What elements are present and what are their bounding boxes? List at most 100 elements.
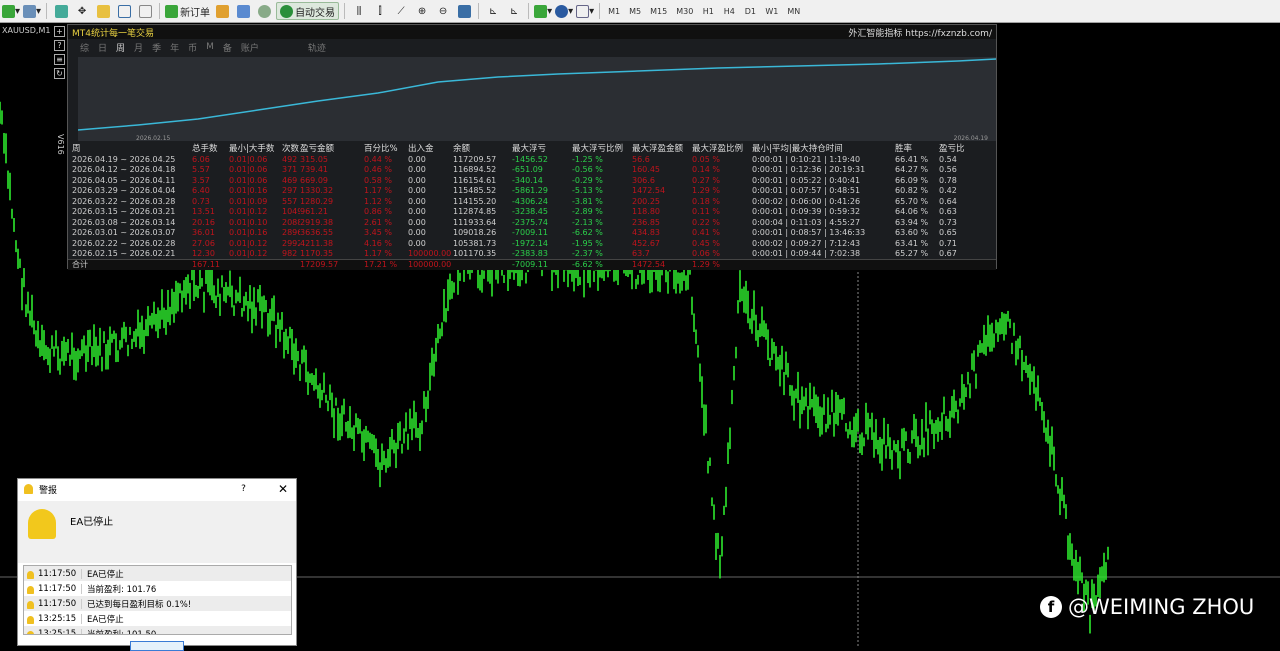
- cell-12: 0:00:01 | 0:08:57 | 13:46:33: [752, 228, 866, 238]
- tab-7[interactable]: M: [206, 42, 214, 52]
- cell-1: 12.30: [192, 249, 215, 259]
- alert-log-item[interactable]: 13:25:15 EA已停止: [24, 611, 291, 626]
- cell-8: -651.09: [512, 165, 543, 175]
- candlestick-button[interactable]: ⫿: [371, 2, 389, 20]
- cell-0: 合计: [72, 260, 88, 270]
- chart-shift-button[interactable]: ⊾: [505, 2, 523, 20]
- cell-11: 0.11 %: [692, 207, 720, 217]
- timeframe-h4[interactable]: H4: [720, 2, 738, 20]
- timeframe-mn[interactable]: MN: [784, 2, 803, 20]
- profiles-button[interactable]: ▾: [23, 2, 41, 20]
- close-button[interactable]: ✕: [278, 482, 288, 496]
- move-icon[interactable]: +: [54, 26, 65, 37]
- tab-9[interactable]: 账户: [241, 41, 259, 54]
- cell-4: 315.05: [300, 154, 328, 164]
- new-chart-button[interactable]: ▾: [2, 2, 20, 20]
- cell-0: 2026.04.19 ~ 2026.04.25: [72, 154, 176, 164]
- auto-trading-button[interactable]: 自动交易: [276, 2, 340, 20]
- cell-11: 1.29 %: [692, 186, 720, 196]
- cell-7: 101170.35: [453, 249, 497, 259]
- timeframe-h1[interactable]: H1: [699, 2, 717, 20]
- alert-log-item[interactable]: 11:17:50 当前盈利: 101.76: [24, 581, 291, 596]
- tab-8[interactable]: 备: [223, 41, 232, 54]
- log-time: 11:17:50: [24, 568, 82, 579]
- cell-3: 2088: [282, 217, 300, 227]
- cell-0: 周: [72, 144, 81, 154]
- brand-link[interactable]: 外汇智能指标 https://fxznzb.com/: [848, 26, 992, 39]
- market-watch-button[interactable]: [52, 2, 70, 20]
- side-label: V616: [56, 134, 65, 155]
- equity-end-date: 2026.04.19: [953, 135, 988, 142]
- cell-7: 116894.52: [453, 165, 497, 175]
- zoom-out-icon[interactable]: ⊖: [434, 2, 452, 20]
- ok-button[interactable]: [130, 641, 184, 651]
- bar-chart-button[interactable]: ⫼: [350, 2, 368, 20]
- table-total-row: 合计 167.11 17209.57 17.21 % 100000.00 -7009.11…: [68, 259, 996, 270]
- templates-button[interactable]: ▾: [576, 2, 594, 20]
- cell-8: -340.14: [512, 175, 543, 185]
- table-header: 周 总手数 最小|大手数 次数 盈亏金额 百分比% 出入金 余额 最大浮亏 最大浮亏比例 最大浮盈金…: [68, 142, 996, 154]
- help-button[interactable]: ?: [241, 484, 246, 494]
- timeframe-m30[interactable]: M30: [673, 2, 696, 20]
- cell-6: 出入金: [408, 144, 434, 154]
- indicators-button[interactable]: ▾: [534, 2, 552, 20]
- tab-2[interactable]: 周: [116, 41, 125, 54]
- timeframe-d1[interactable]: D1: [741, 2, 759, 20]
- cell-0: 2026.04.12 ~ 2026.04.18: [72, 165, 176, 175]
- cell-12: 0:00:01 | 0:09:44 | 7:02:38: [752, 249, 861, 259]
- cell-6: 0.00: [408, 186, 426, 196]
- equity-start-date: 2026.02.15: [136, 135, 171, 142]
- panel-title-bar: MT4统计每一笔交易 外汇智能指标 https://fxznzb.com/: [68, 25, 996, 39]
- timeframe-m1[interactable]: M1: [605, 2, 623, 20]
- cell-5: 0.46 %: [364, 165, 392, 175]
- cell-0: 2026.02.22 ~ 2026.02.28: [72, 238, 176, 248]
- tab-5[interactable]: 年: [170, 41, 179, 54]
- tab-1[interactable]: 日: [98, 41, 107, 54]
- new-order-button[interactable]: 新订单: [165, 2, 210, 20]
- tab-6[interactable]: 币: [188, 41, 197, 54]
- list-icon[interactable]: ≡: [54, 54, 65, 65]
- community-button[interactable]: [234, 2, 252, 20]
- refresh-icon[interactable]: ↻: [54, 68, 65, 79]
- cell-10: 306.6: [632, 175, 655, 185]
- log-message: EA已停止: [87, 614, 124, 625]
- metaeditor-button[interactable]: [213, 2, 231, 20]
- cell-5: 2.61 %: [364, 217, 392, 227]
- timeframe-w1[interactable]: W1: [762, 2, 781, 20]
- zoom-in-icon[interactable]: ⊕: [413, 2, 431, 20]
- table-row: 2026.04.19 ~ 2026.04.25 6.06 0.01|0.06 492 3…: [68, 154, 996, 165]
- cell-13: 63.94 %: [895, 217, 929, 227]
- cell-8: -3238.45: [512, 207, 548, 217]
- alert-log-item[interactable]: 13:25:15 当前盈利: 101.50: [24, 626, 291, 634]
- cell-0: 2026.02.15 ~ 2026.02.21: [72, 249, 176, 259]
- timeframe-m15[interactable]: M15: [647, 2, 670, 20]
- tester-button[interactable]: [136, 2, 154, 20]
- tab-10[interactable]: 轨迹: [308, 41, 326, 54]
- alert-log-item[interactable]: 11:17:50 EA已停止: [24, 566, 291, 581]
- cell-11: 0.27 %: [692, 175, 720, 185]
- cell-0: 2026.03.01 ~ 2026.03.07: [72, 228, 176, 238]
- periods-button[interactable]: ▾: [555, 2, 573, 20]
- timeframe-m5[interactable]: M5: [626, 2, 644, 20]
- alert-log-item[interactable]: 11:17:50 已达到每日盈利目标 0.1%!: [24, 596, 291, 611]
- tab-4[interactable]: 季: [152, 41, 161, 54]
- crosshair-icon[interactable]: ✥: [73, 2, 91, 20]
- table-row: 2026.03.01 ~ 2026.03.07 36.01 0.01|0.16 289…: [68, 228, 996, 239]
- cell-11: 0.06 %: [692, 249, 720, 259]
- tile-windows-button[interactable]: [455, 2, 473, 20]
- cell-6: 0.00: [408, 207, 426, 217]
- help-icon[interactable]: ?: [54, 40, 65, 51]
- tab-0[interactable]: 综: [80, 41, 89, 54]
- terminal-button[interactable]: [115, 2, 133, 20]
- cell-10: 236.85: [632, 217, 660, 227]
- signals-button[interactable]: [255, 2, 273, 20]
- navigator-button[interactable]: [94, 2, 112, 20]
- alert-log-list[interactable]: 11:17:50 EA已停止 11:17:50 当前盈利: 101.76 11:17:5…: [23, 565, 292, 635]
- alert-message: EA已停止: [70, 517, 114, 528]
- tab-3[interactable]: 月: [134, 41, 143, 54]
- line-chart-button[interactable]: ⟋: [392, 2, 410, 20]
- cell-10: 63.7: [632, 249, 650, 259]
- autoscroll-button[interactable]: ⊾: [484, 2, 502, 20]
- cell-10: 200.25: [632, 196, 660, 206]
- cell-14: 0.71: [939, 238, 957, 248]
